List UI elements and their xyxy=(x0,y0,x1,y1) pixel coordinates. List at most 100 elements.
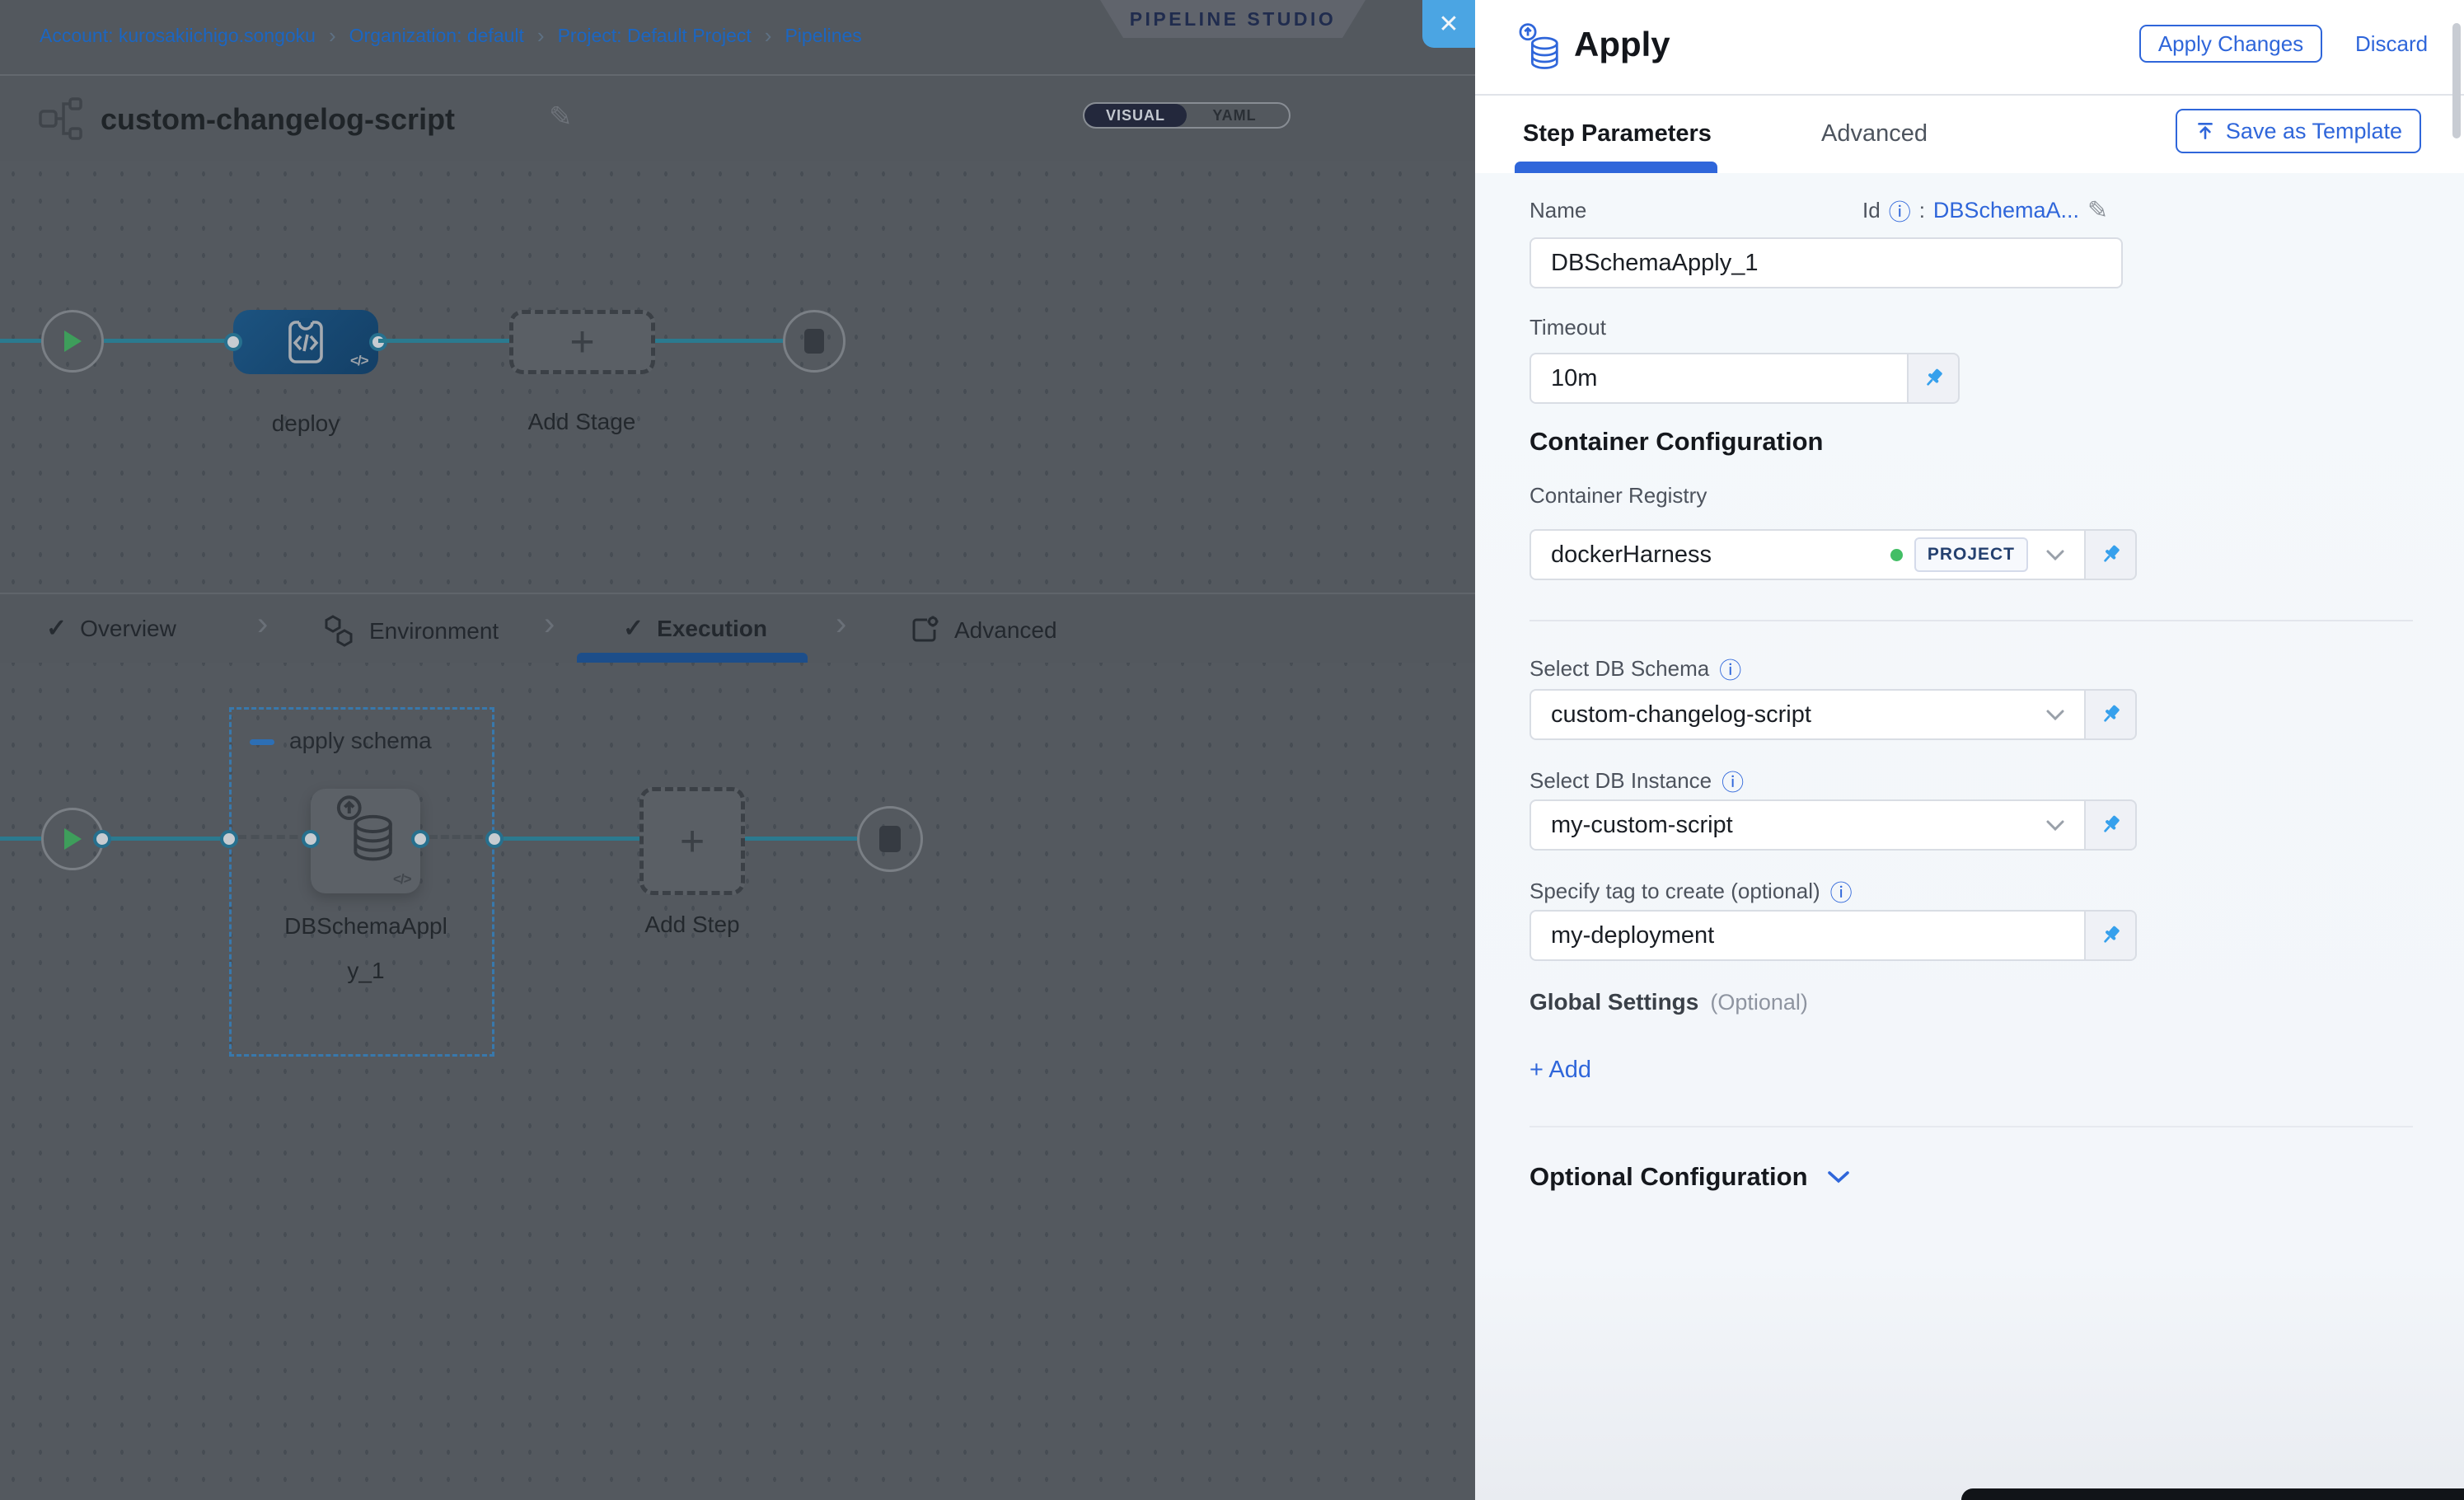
db-schema-pin-button[interactable] xyxy=(2086,689,2137,740)
panel-scrollbar[interactable] xyxy=(2452,23,2461,138)
edit-title-icon[interactable]: ✎ xyxy=(549,101,573,134)
container-registry-select[interactable]: dockerHarness PROJECT xyxy=(1529,529,2086,580)
add-step-button[interactable]: + xyxy=(639,787,745,895)
connector-port xyxy=(224,333,242,351)
container-registry-pin-button[interactable] xyxy=(2086,529,2137,580)
save-as-template-label: Save as Template xyxy=(2226,119,2402,144)
stage-card-deploy[interactable]: </> xyxy=(233,310,378,374)
discard-button[interactable]: Discard xyxy=(2355,31,2428,57)
breadcrumb-bar: Account: kurosakiichigo.songoku › Organi… xyxy=(0,0,1475,76)
connector-dashed-line xyxy=(238,835,311,839)
stage-tabs-bar: ✓ Overview › Environment › ✓ Execution ›… xyxy=(0,593,1475,663)
breadcrumb-pipelines-link[interactable]: Pipelines xyxy=(785,25,861,47)
info-icon[interactable]: ⓘ xyxy=(1719,653,1741,685)
breadcrumb-project-link[interactable]: Project: Default Project xyxy=(558,25,752,47)
tag-pin-button[interactable] xyxy=(2086,910,2137,961)
tab-execution[interactable]: ✓ Execution xyxy=(623,614,767,643)
pin-icon xyxy=(1921,366,1946,391)
tag-row xyxy=(1529,910,2137,961)
chevron-down-icon xyxy=(2046,710,2064,720)
connector-line xyxy=(745,837,857,841)
tab-environment[interactable]: Environment xyxy=(323,614,499,649)
screen-corner xyxy=(1961,1488,2464,1500)
global-settings-row: Global Settings (Optional) xyxy=(1529,989,1808,1015)
view-mode-toggle: VISUAL YAML xyxy=(1083,102,1291,129)
db-schema-select[interactable]: custom-changelog-script xyxy=(1529,689,2086,740)
name-input[interactable] xyxy=(1529,237,2123,288)
connector-line xyxy=(0,339,41,343)
info-icon[interactable]: ⓘ xyxy=(1722,765,1744,797)
edit-id-icon[interactable]: ✎ xyxy=(2087,196,2108,225)
plus-icon: + xyxy=(680,817,705,866)
add-step-label: Add Step xyxy=(610,912,775,938)
tab-advanced[interactable]: Advanced xyxy=(1821,120,1928,148)
step-id-value[interactable]: DBSchemaA... xyxy=(1933,198,2079,223)
db-apply-panel-icon xyxy=(1518,23,1562,74)
tab-label: Advanced xyxy=(954,617,1057,644)
tab-advanced[interactable]: Advanced xyxy=(908,614,1057,647)
id-separator: : xyxy=(1919,198,1925,223)
info-icon[interactable]: ⓘ xyxy=(1889,195,1911,227)
tag-input[interactable] xyxy=(1529,910,2086,961)
tab-label: Environment xyxy=(369,618,499,645)
yaml-toggle[interactable]: YAML xyxy=(1187,104,1282,127)
group-collapse-button[interactable] xyxy=(250,739,274,745)
add-global-settings-button[interactable]: + Add xyxy=(1529,1057,1591,1084)
container-registry-value: dockerHarness xyxy=(1551,541,1712,569)
section-divider xyxy=(1529,1126,2413,1127)
step-card-dbschemaapply[interactable]: </> xyxy=(311,789,420,893)
tab-step-parameters[interactable]: Step Parameters xyxy=(1523,120,1712,148)
db-schema-value: custom-changelog-script xyxy=(1551,701,1811,729)
pipeline-studio-badge: PIPELINE STUDIO xyxy=(1100,0,1366,38)
connector-port xyxy=(220,830,238,848)
save-as-template-button[interactable]: Save as Template xyxy=(2176,109,2421,153)
optional-configuration-label: Optional Configuration xyxy=(1529,1162,1808,1192)
timeout-label: Timeout xyxy=(1529,315,1606,340)
upload-icon xyxy=(2195,120,2216,142)
db-schema-label: Select DB Schema xyxy=(1529,656,1709,682)
container-registry-row: dockerHarness PROJECT xyxy=(1529,529,2137,580)
db-instance-select[interactable]: my-custom-script xyxy=(1529,799,2086,851)
step-config-panel: Apply Apply Changes Discard Step Paramet… xyxy=(1475,0,2464,1500)
chevron-right-icon: › xyxy=(544,606,555,643)
timeout-input[interactable] xyxy=(1529,353,1909,404)
code-glyph: </> xyxy=(393,871,411,888)
db-apply-step-icon xyxy=(335,795,398,868)
connector-line xyxy=(0,837,41,841)
optional-configuration-toggle[interactable]: Optional Configuration xyxy=(1529,1162,1849,1192)
tag-label: Specify tag to create (optional) xyxy=(1529,879,1820,904)
db-instance-label: Select DB Instance xyxy=(1529,768,1712,794)
apply-changes-button[interactable]: Apply Changes xyxy=(2139,25,2322,63)
pipeline-graph-icon xyxy=(38,96,86,146)
check-icon: ✓ xyxy=(46,614,67,643)
connector-status-dot xyxy=(1890,549,1903,561)
add-stage-button[interactable]: + xyxy=(509,310,655,374)
scope-badge: PROJECT xyxy=(1914,537,2028,572)
db-schema-row: custom-changelog-script xyxy=(1529,689,2137,740)
connector-port xyxy=(485,830,504,848)
play-icon xyxy=(62,329,83,354)
panel-title: Apply xyxy=(1574,25,1670,64)
breadcrumb-org-link[interactable]: Organization: default xyxy=(349,25,524,47)
tab-overview[interactable]: ✓ Overview xyxy=(46,614,176,643)
info-icon[interactable]: ⓘ xyxy=(1830,875,1853,907)
pin-icon xyxy=(2098,813,2123,837)
close-panel-button[interactable]: ✕ xyxy=(1422,0,1475,48)
container-configuration-heading: Container Configuration xyxy=(1529,427,1823,457)
db-instance-pin-button[interactable] xyxy=(2086,799,2137,851)
step-label-line2: y_1 xyxy=(259,958,473,984)
breadcrumb-chevron-icon: › xyxy=(765,23,772,49)
timeout-row xyxy=(1529,353,1960,404)
tab-label: Overview xyxy=(80,616,176,642)
breadcrumb-chevron-icon: › xyxy=(537,23,545,49)
environment-icon xyxy=(323,614,356,649)
visual-toggle[interactable]: VISUAL xyxy=(1084,104,1187,127)
pipeline-end-node xyxy=(783,310,846,373)
optional-label: (Optional) xyxy=(1710,990,1808,1015)
db-instance-value: my-custom-script xyxy=(1551,812,1733,839)
connector-port xyxy=(302,830,320,848)
plus-icon: + xyxy=(569,317,594,367)
breadcrumb-account-link[interactable]: Account: kurosakiichigo.songoku xyxy=(40,25,316,47)
chevron-down-icon xyxy=(1828,1171,1849,1184)
timeout-pin-button[interactable] xyxy=(1909,353,1960,404)
